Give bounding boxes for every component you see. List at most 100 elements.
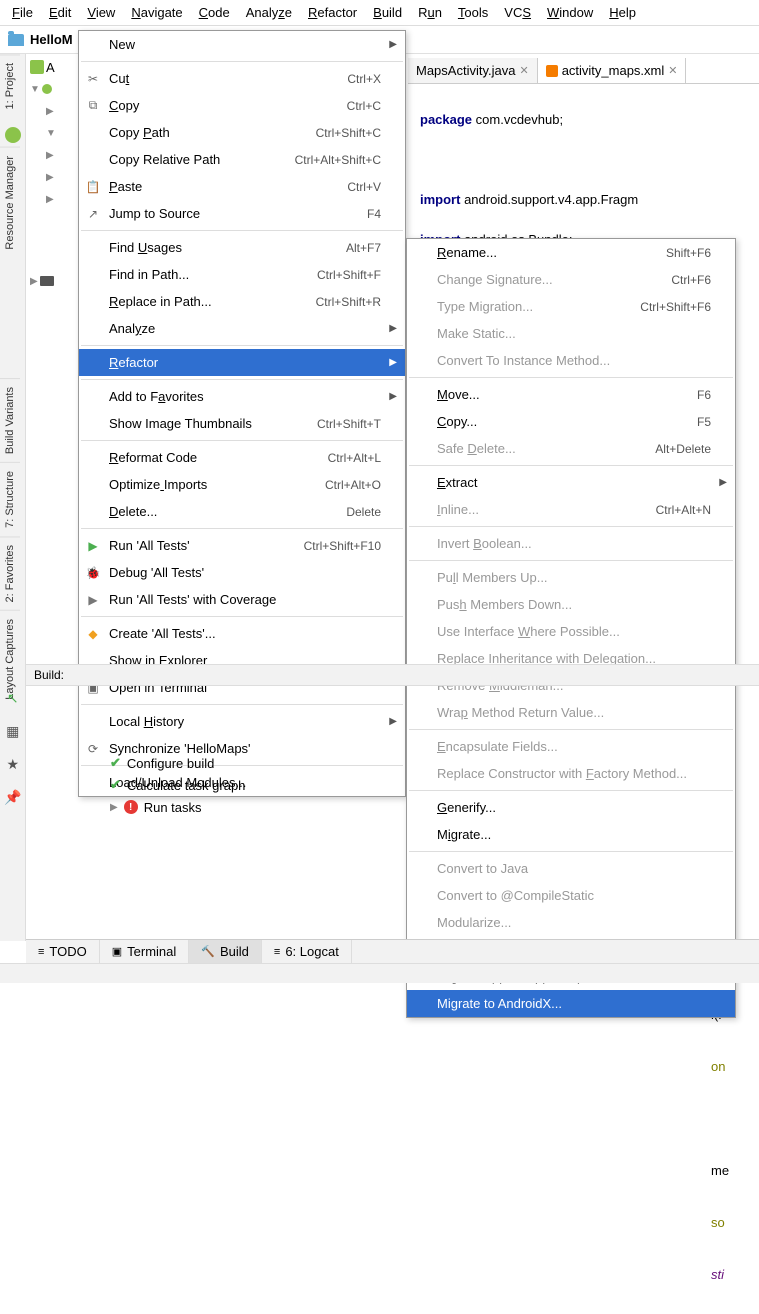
menu-window[interactable]: Window <box>539 3 601 22</box>
logcat-icon: ≡ <box>274 946 280 958</box>
menu-item-icon: ⧉ <box>85 98 101 114</box>
menu-analyze[interactable]: Analyze <box>238 3 300 22</box>
tab-logcat[interactable]: ≡ 6: Logcat <box>262 940 352 963</box>
pin-icon[interactable]: ↖ <box>7 690 19 707</box>
menu-code[interactable]: Code <box>191 3 238 22</box>
menu-help[interactable]: Help <box>601 3 644 22</box>
menu-tools[interactable]: Tools <box>450 3 496 22</box>
menu-item[interactable]: Extract▶ <box>407 469 735 496</box>
tree-collapse-icon[interactable]: ▼ <box>30 84 40 95</box>
bottom-tool-tabs: ≡TODO ▣Terminal 🔨Build ≡ 6: Logcat <box>26 939 759 963</box>
menu-edit[interactable]: Edit <box>41 3 79 22</box>
menu-item[interactable]: 📋PasteCtrl+V <box>79 173 405 200</box>
menu-item: Make Static... <box>407 320 735 347</box>
sidebar-build-variants[interactable]: Build Variants <box>0 378 20 462</box>
submenu-arrow-icon: ▶ <box>389 357 397 368</box>
build-row-label: Configure build <box>127 756 214 771</box>
code-text: android.support.v4.app.Fragm <box>460 192 638 207</box>
menu-item[interactable]: Refactor▶ <box>79 349 405 376</box>
menu-item-label: New <box>109 37 381 52</box>
status-bar <box>0 963 759 983</box>
menu-item-label: Find Usages <box>109 240 346 255</box>
menu-item[interactable]: Analyze▶ <box>79 315 405 342</box>
menu-item-label: Modularize... <box>437 915 711 930</box>
menu-vcs[interactable]: VCS <box>496 3 539 22</box>
menu-item[interactable]: Show Image ThumbnailsCtrl+Shift+T <box>79 410 405 437</box>
editor-tab-label: activity_maps.xml <box>562 63 665 78</box>
tab-terminal[interactable]: ▣Terminal <box>100 940 190 963</box>
menu-item[interactable]: Delete...Delete <box>79 498 405 525</box>
menu-item[interactable]: New▶ <box>79 31 405 58</box>
menu-item: Encapsulate Fields... <box>407 733 735 760</box>
menu-item-label: Convert to @CompileStatic <box>437 888 711 903</box>
module-dot-icon <box>42 84 52 94</box>
menu-item[interactable]: Move...F6 <box>407 381 735 408</box>
tab-label: 6: Logcat <box>285 944 339 959</box>
sidebar-favorites[interactable]: 2: Favorites <box>0 536 20 610</box>
menu-item-label: Copy... <box>437 414 697 429</box>
menu-item: Push Members Down... <box>407 591 735 618</box>
menu-build[interactable]: Build <box>365 3 410 22</box>
tree-expand-icon[interactable]: ▶ <box>30 276 38 287</box>
android-icon <box>5 127 21 143</box>
tab-todo[interactable]: ≡TODO <box>26 940 100 963</box>
tab-mapsactivity[interactable]: MapsActivity.java ✕ <box>408 58 538 83</box>
menu-item[interactable]: ✂CutCtrl+X <box>79 65 405 92</box>
menu-item[interactable]: 🐞Debug 'All Tests' <box>79 559 405 586</box>
tree-expand-icon[interactable]: ▶ <box>46 194 54 205</box>
menu-item-icon: ▶ <box>85 538 101 554</box>
menu-run[interactable]: Run <box>410 3 450 22</box>
project-tree[interactable]: A ▼ ▶ ▼ ▶ ▶ ▶ ▶ <box>26 56 78 292</box>
menu-item[interactable]: Find UsagesAlt+F7 <box>79 234 405 261</box>
menu-navigate[interactable]: Navigate <box>123 3 190 22</box>
menu-item-label: Invert Boolean... <box>437 536 711 551</box>
menu-item-shortcut: Ctrl+Shift+F10 <box>304 539 381 553</box>
tab-activity-maps[interactable]: activity_maps.xml ✕ <box>538 58 687 83</box>
tree-expand-icon[interactable]: ▶ <box>46 150 54 161</box>
menu-item-label: Reformat Code <box>109 450 328 465</box>
menu-item-label: Type Migration... <box>437 299 640 314</box>
menu-item[interactable]: Copy PathCtrl+Shift+C <box>79 119 405 146</box>
tree-expand-icon[interactable]: ▶ <box>46 172 54 183</box>
tab-build[interactable]: 🔨Build <box>189 940 262 963</box>
menu-item-label: Pull Members Up... <box>437 570 711 585</box>
menu-file[interactable]: File <box>4 3 41 22</box>
menu-view[interactable]: View <box>79 3 123 22</box>
filter-icon[interactable]: ▦ <box>6 723 19 740</box>
menu-item[interactable]: ▶Run 'All Tests'Ctrl+Shift+F10 <box>79 532 405 559</box>
close-icon[interactable]: ✕ <box>668 64 677 77</box>
menu-item[interactable]: ⧉CopyCtrl+C <box>79 92 405 119</box>
menu-item[interactable]: Find in Path...Ctrl+Shift+F <box>79 261 405 288</box>
tree-expand-icon[interactable]: ▶ <box>46 106 54 117</box>
sidebar-resource-manager[interactable]: Resource Manager <box>0 147 20 258</box>
menu-item[interactable]: Copy Relative PathCtrl+Alt+Shift+C <box>79 146 405 173</box>
sidebar-structure[interactable]: 7: Structure <box>0 462 20 536</box>
sidebar-project[interactable]: 1: Project <box>0 54 20 117</box>
gradle-icon <box>40 276 54 286</box>
menu-item[interactable]: Replace in Path...Ctrl+Shift+R <box>79 288 405 315</box>
menu-item[interactable]: Migrate to AndroidX... <box>407 990 735 1017</box>
menu-item[interactable]: Copy...F5 <box>407 408 735 435</box>
menu-item[interactable]: Local History▶ <box>79 708 405 735</box>
star-icon[interactable]: ★ <box>6 756 19 773</box>
menu-item[interactable]: Optimize ImportsCtrl+Alt+O <box>79 471 405 498</box>
pin2-icon[interactable]: 📌 <box>4 789 21 806</box>
menu-item[interactable]: Reformat CodeCtrl+Alt+L <box>79 444 405 471</box>
menu-item-label: Rename... <box>437 245 666 260</box>
menu-item-label: Inline... <box>437 502 656 517</box>
menu-item: Modularize... <box>407 909 735 936</box>
menu-item[interactable]: Add to Favorites▶ <box>79 383 405 410</box>
close-icon[interactable]: ✕ <box>519 64 528 77</box>
menu-item[interactable]: Generify... <box>407 794 735 821</box>
menu-item-label: Move... <box>437 387 697 402</box>
tree-collapse-icon[interactable]: ▼ <box>46 128 56 139</box>
menu-item[interactable]: ◆Create 'All Tests'... <box>79 620 405 647</box>
code-text: com.vcdevhub; <box>472 112 563 127</box>
menu-item[interactable]: ▶Run 'All Tests' with Coverage <box>79 586 405 613</box>
menu-item[interactable]: ↗Jump to SourceF4 <box>79 200 405 227</box>
menu-item[interactable]: Migrate... <box>407 821 735 848</box>
tree-expand-icon[interactable]: ▶ <box>110 802 118 813</box>
menu-refactor[interactable]: Refactor <box>300 3 365 22</box>
menu-item[interactable]: Rename...Shift+F6 <box>407 239 735 266</box>
menu-item-label: Push Members Down... <box>437 597 711 612</box>
